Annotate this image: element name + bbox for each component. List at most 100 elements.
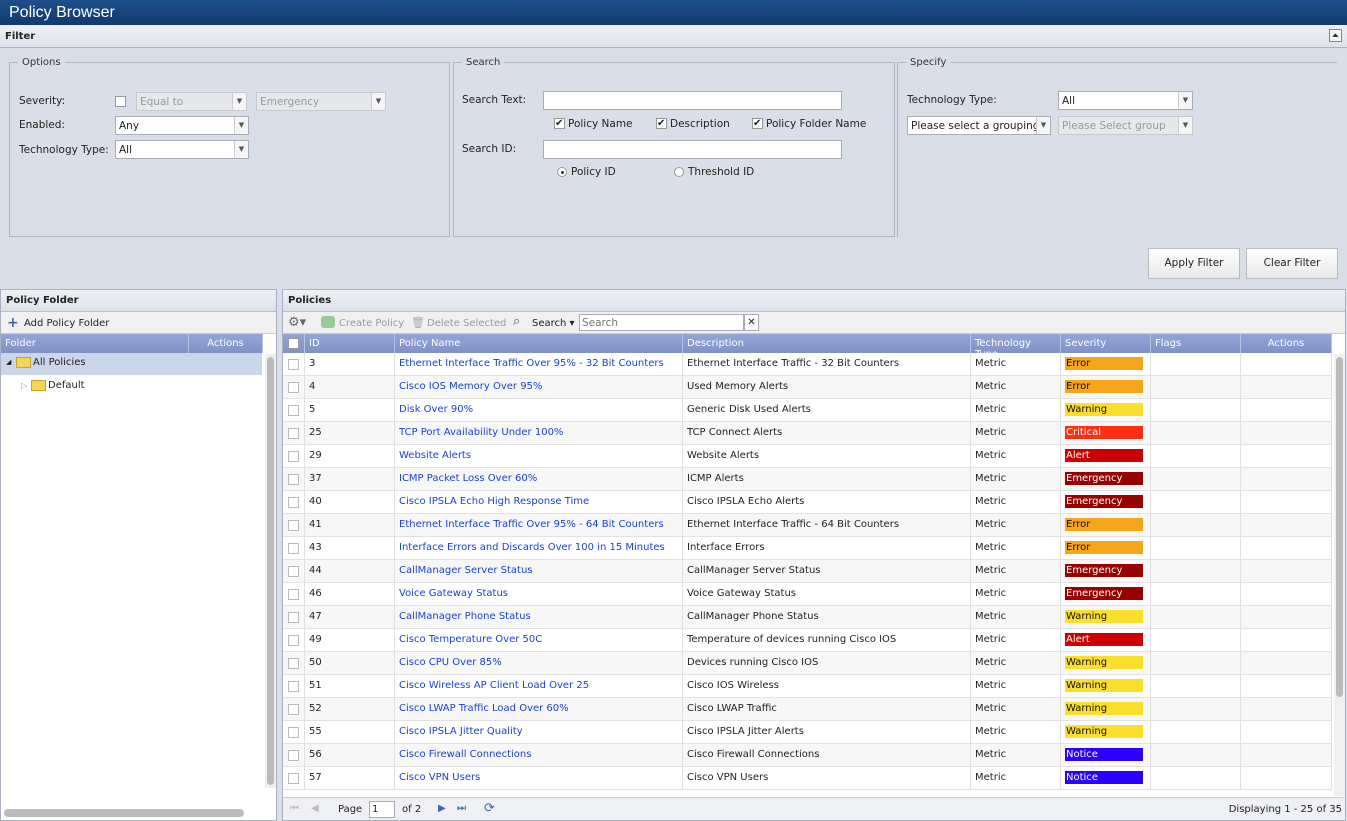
first-page-icon[interactable]: ⏮ xyxy=(290,803,299,814)
col-description[interactable]: Description xyxy=(683,334,971,353)
policy-name-link[interactable]: Cisco LWAP Traffic Load Over 60% xyxy=(395,698,683,721)
row-checkbox[interactable] xyxy=(283,376,305,399)
description-checkbox[interactable]: ✔ xyxy=(656,118,667,129)
col-folder-actions[interactable]: Actions xyxy=(189,334,263,353)
table-row[interactable]: 5 Disk Over 90% Generic Disk Used Alerts… xyxy=(283,399,1332,422)
row-checkbox[interactable] xyxy=(283,629,305,652)
severity-checkbox[interactable] xyxy=(115,96,126,107)
delete-selected-button[interactable]: Delete Selected xyxy=(427,318,506,329)
folder-item-all-policies[interactable]: ◢ All Policies xyxy=(1,353,262,375)
prev-page-icon[interactable]: ◀ xyxy=(311,803,319,814)
col-id[interactable]: ID xyxy=(305,334,395,353)
row-checkbox[interactable] xyxy=(283,583,305,606)
row-checkbox[interactable] xyxy=(283,698,305,721)
technology-type-select[interactable]: All ▼ xyxy=(115,140,249,159)
policy-name-link[interactable]: Cisco VPN Users xyxy=(395,767,683,790)
table-row[interactable]: 43 Interface Errors and Discards Over 10… xyxy=(283,537,1332,560)
specify-technology-select[interactable]: All ▼ xyxy=(1058,91,1193,110)
col-policy-name[interactable]: Policy Name xyxy=(395,334,683,353)
policy-name-link[interactable]: Cisco IPSLA Jitter Quality xyxy=(395,721,683,744)
policy-name-link[interactable]: Cisco Wireless AP Client Load Over 25 xyxy=(395,675,683,698)
row-checkbox[interactable] xyxy=(283,606,305,629)
col-technology-type[interactable]: Technology Type xyxy=(971,334,1061,360)
policy-name-link[interactable]: CallManager Server Status xyxy=(395,560,683,583)
row-checkbox[interactable] xyxy=(283,744,305,767)
table-row[interactable]: 49 Cisco Temperature Over 50C Temperatur… xyxy=(283,629,1332,652)
col-actions[interactable]: Actions xyxy=(1241,334,1332,353)
search-id-input[interactable] xyxy=(543,140,842,159)
row-checkbox[interactable] xyxy=(283,652,305,675)
policy-id-radio[interactable] xyxy=(557,167,567,177)
search-text-input[interactable] xyxy=(543,91,842,110)
policies-scrollbar[interactable] xyxy=(1334,354,1345,796)
policy-search-input[interactable] xyxy=(579,314,744,331)
grouping-select[interactable]: Please select a grouping ▼ xyxy=(907,116,1051,135)
policy-name-link[interactable]: CallManager Phone Status xyxy=(395,606,683,629)
refresh-icon[interactable]: ⟳ xyxy=(484,801,495,816)
policy-name-link[interactable]: Interface Errors and Discards Over 100 i… xyxy=(395,537,683,560)
collapse-icon[interactable]: ⏶ xyxy=(1329,29,1342,42)
policy-name-link[interactable]: Ethernet Interface Traffic Over 95% - 64… xyxy=(395,514,683,537)
policy-name-checkbox[interactable]: ✔ xyxy=(554,118,565,129)
gear-icon[interactable]: ⚙▾ xyxy=(288,315,306,330)
table-row[interactable]: 47 CallManager Phone Status CallManager … xyxy=(283,606,1332,629)
apply-filter-button[interactable]: Apply Filter xyxy=(1148,248,1240,279)
threshold-id-radio[interactable] xyxy=(674,167,684,177)
table-row[interactable]: 51 Cisco Wireless AP Client Load Over 25… xyxy=(283,675,1332,698)
row-checkbox[interactable] xyxy=(283,767,305,790)
folder-scrollbar[interactable] xyxy=(265,354,276,788)
policy-name-link[interactable]: Cisco Temperature Over 50C xyxy=(395,629,683,652)
severity-operator-select[interactable]: Equal to ▼ xyxy=(136,92,247,111)
row-checkbox[interactable] xyxy=(283,560,305,583)
policy-name-link[interactable]: TCP Port Availability Under 100% xyxy=(395,422,683,445)
col-severity[interactable]: Severity xyxy=(1061,334,1151,353)
row-checkbox[interactable] xyxy=(283,537,305,560)
table-row[interactable]: 50 Cisco CPU Over 85% Devices running Ci… xyxy=(283,652,1332,675)
severity-value-select[interactable]: Emergency ▼ xyxy=(256,92,386,111)
row-checkbox[interactable] xyxy=(283,353,305,376)
row-checkbox[interactable] xyxy=(283,468,305,491)
policy-name-link[interactable]: Disk Over 90% xyxy=(395,399,683,422)
table-row[interactable]: 56 Cisco Firewall Connections Cisco Fire… xyxy=(283,744,1332,767)
policy-name-link[interactable]: Voice Gateway Status xyxy=(395,583,683,606)
folder-name-checkbox[interactable]: ✔ xyxy=(752,118,763,129)
folder-hscrollbar[interactable] xyxy=(4,809,244,817)
table-row[interactable]: 37 ICMP Packet Loss Over 60% ICMP Alerts… xyxy=(283,468,1332,491)
col-folder[interactable]: Folder xyxy=(1,334,189,353)
policy-name-link[interactable]: Cisco IPSLA Echo High Response Time xyxy=(395,491,683,514)
col-flags[interactable]: Flags xyxy=(1151,334,1241,353)
last-page-icon[interactable]: ⏭ xyxy=(457,803,466,814)
page-input[interactable]: 1 xyxy=(369,801,395,818)
table-row[interactable]: 25 TCP Port Availability Under 100% TCP … xyxy=(283,422,1332,445)
policy-name-link[interactable]: Cisco IOS Memory Over 95% xyxy=(395,376,683,399)
select-all-checkbox[interactable] xyxy=(283,334,305,353)
folder-item-default[interactable]: ▷ Default xyxy=(1,376,262,398)
policy-name-link[interactable]: Cisco Firewall Connections xyxy=(395,744,683,767)
policy-name-link[interactable]: Website Alerts xyxy=(395,445,683,468)
table-row[interactable]: 52 Cisco LWAP Traffic Load Over 60% Cisc… xyxy=(283,698,1332,721)
table-row[interactable]: 57 Cisco VPN Users Cisco VPN Users Metri… xyxy=(283,767,1332,790)
table-row[interactable]: 4 Cisco IOS Memory Over 95% Used Memory … xyxy=(283,376,1332,399)
row-checkbox[interactable] xyxy=(283,491,305,514)
policy-name-link[interactable]: Ethernet Interface Traffic Over 95% - 32… xyxy=(395,353,683,376)
row-checkbox[interactable] xyxy=(283,422,305,445)
policy-name-link[interactable]: Cisco CPU Over 85% xyxy=(395,652,683,675)
clear-filter-button[interactable]: Clear Filter xyxy=(1246,248,1338,279)
add-policy-folder-button[interactable]: Add Policy Folder xyxy=(24,318,109,329)
enabled-select[interactable]: Any ▼ xyxy=(115,116,249,135)
clear-search-icon[interactable]: ✕ xyxy=(744,314,759,331)
row-checkbox[interactable] xyxy=(283,399,305,422)
next-page-icon[interactable]: ▶ xyxy=(438,803,446,814)
table-row[interactable]: 29 Website Alerts Website Alerts Metric … xyxy=(283,445,1332,468)
row-checkbox[interactable] xyxy=(283,514,305,537)
create-policy-button[interactable]: Create Policy xyxy=(339,318,404,329)
row-checkbox[interactable] xyxy=(283,445,305,468)
row-checkbox[interactable] xyxy=(283,721,305,744)
table-row[interactable]: 3 Ethernet Interface Traffic Over 95% - … xyxy=(283,353,1332,376)
table-row[interactable]: 40 Cisco IPSLA Echo High Response Time C… xyxy=(283,491,1332,514)
row-checkbox[interactable] xyxy=(283,675,305,698)
policy-name-link[interactable]: ICMP Packet Loss Over 60% xyxy=(395,468,683,491)
table-row[interactable]: 46 Voice Gateway Status Voice Gateway St… xyxy=(283,583,1332,606)
table-row[interactable]: 55 Cisco IPSLA Jitter Quality Cisco IPSL… xyxy=(283,721,1332,744)
table-row[interactable]: 44 CallManager Server Status CallManager… xyxy=(283,560,1332,583)
